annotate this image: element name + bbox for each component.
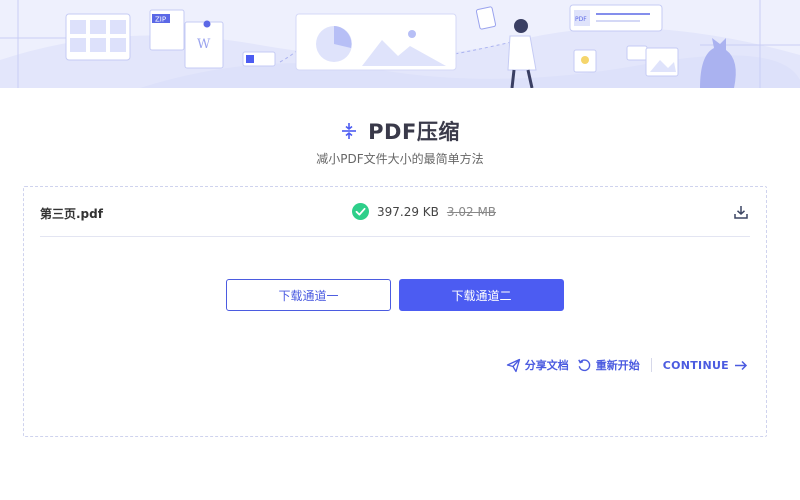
original-size: 3.02 MB (446, 204, 497, 219)
page-subtitle: 减小PDF文件大小的最简单方法 (316, 152, 484, 166)
download-channel-two-button[interactable]: 下载通道二 (399, 279, 564, 311)
hero-banner: ZIP W PDF (0, 0, 800, 88)
file-row: 第三页.pdf 397.29 KB 3.02 MB (40, 201, 750, 237)
compress-icon (342, 123, 357, 139)
refresh-icon (577, 358, 591, 371)
divider (650, 358, 652, 372)
size-info: 397.29 KB 3.02 MB (352, 203, 496, 220)
title-row: PDF压缩 (0, 116, 800, 146)
share-document-button[interactable]: 分享文档 (506, 357, 569, 373)
continue-label: CONTINUE (662, 358, 729, 372)
download-icon[interactable] (732, 203, 750, 221)
continue-button[interactable]: CONTINUE (663, 358, 748, 373)
action-bar: 分享文档 重新开始 CONTINUE (506, 357, 748, 373)
page-title: PDF压缩 (368, 120, 460, 144)
share-label: 分享文档 (524, 359, 569, 372)
check-circle-icon (352, 203, 369, 220)
svg-text:ZIP: ZIP (155, 16, 166, 24)
download-channel-one-button[interactable]: 下载通道一 (226, 279, 391, 311)
svg-text:PDF: PDF (575, 16, 587, 23)
result-panel: 第三页.pdf 397.29 KB 3.02 MB 下载通道一 下载通道二 分享… (23, 186, 767, 437)
arrow-right-icon (735, 360, 748, 370)
restart-label: 重新开始 (595, 359, 640, 372)
restart-button[interactable]: 重新开始 (577, 357, 640, 373)
banner-illustration: ZIP W PDF (0, 0, 800, 88)
send-icon (506, 358, 520, 372)
compressed-size: 397.29 KB (377, 204, 439, 219)
file-name: 第三页.pdf (40, 207, 103, 221)
svg-text:W: W (197, 37, 211, 52)
